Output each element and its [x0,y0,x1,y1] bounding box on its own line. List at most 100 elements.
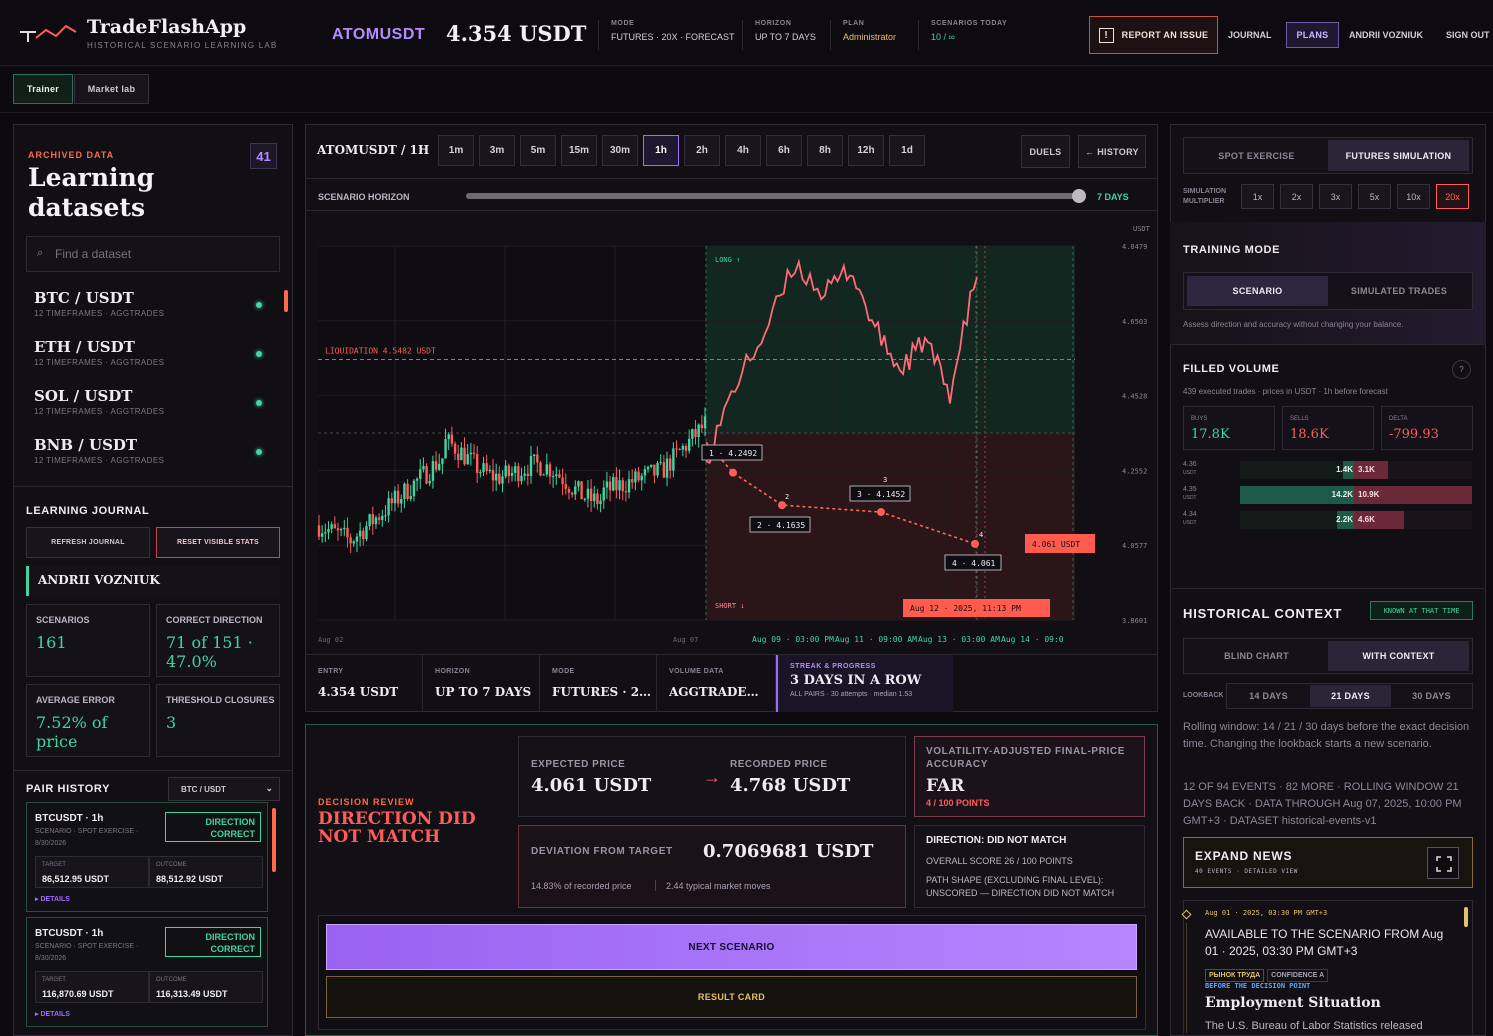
multiplier-5x[interactable]: 5x [1358,184,1391,209]
lookback-30-button[interactable]: 30 DAYS [1392,685,1471,707]
candle-body [469,452,473,455]
multiplier-1x[interactable]: 1x [1241,184,1274,209]
alert-icon: ! [1098,27,1114,43]
timeframe-button-2h[interactable]: 2h [684,135,720,166]
candle-body [605,481,609,488]
chart-pair-title: ATOMUSDT / 1H [317,143,430,157]
candle-body [422,465,425,470]
timeframe-button-3m[interactable]: 3m [479,135,515,166]
news-confidence-chip: CONFIDENCE A [1267,969,1329,982]
accuracy-card: VOLATILITY-ADJUSTED FINAL-PRICE ACCURACY… [914,736,1145,817]
search-icon: ⌕ [37,247,44,259]
candle-body [472,452,476,455]
horizon-slider[interactable] [466,189,1086,203]
tab-market-lab[interactable]: Market lab [74,74,149,104]
ladder-buy-value: 14.2K [1331,490,1353,499]
user-name[interactable]: ANDRII VOZNIUK [1349,30,1423,40]
dataset-item-btc[interactable]: BTC / USDT 12 TIMEFRAMES · AGGTRADES [26,285,280,331]
divider [305,178,1158,179]
forecast-point-number: 4 [979,531,983,539]
timeframe-button-15m[interactable]: 15m [561,135,597,166]
candle-body [618,480,621,491]
history-button[interactable]: ← HISTORY [1078,135,1146,168]
timeframe-button-30m[interactable]: 30m [602,135,638,166]
multiplier-2x[interactable]: 2x [1280,184,1313,209]
plans-button[interactable]: PLANS [1286,22,1339,48]
expand-icon[interactable] [1427,847,1459,879]
help-icon[interactable]: ? [1452,360,1471,379]
stat-correct-direction: CORRECT DIRECTION 71 of 151 · 47.0% [156,604,280,677]
reset-stats-button[interactable]: RESET VISIBLE STATS [156,527,280,558]
sign-out-link[interactable]: SIGN OUT [1446,30,1490,40]
dataset-item-bnb[interactable]: BNB / USDT 12 TIMEFRAMES · AGGTRADES [26,432,280,478]
details-toggle[interactable]: ▸ DETAILS [35,895,70,903]
ladder-buy-value: 2.2K [1336,515,1353,524]
candle-body [358,530,362,537]
direction-badge: DIRECTION CORRECT [165,812,261,842]
candle-body [447,434,450,440]
dataset-search-input[interactable] [55,245,265,263]
simulated-trades-button[interactable]: SIMULATED TRADES [1329,276,1469,306]
dataset-scrollbar[interactable] [284,290,288,312]
futures-simulation-button[interactable]: FUTURES SIMULATION [1328,140,1469,171]
refresh-journal-button[interactable]: REFRESH JOURNAL [26,527,150,558]
tab-trainer[interactable]: Trainer [13,74,73,104]
scenario-mode-button[interactable]: SCENARIO [1187,276,1328,306]
next-scenario-button[interactable]: NEXT SCENARIO [326,924,1137,970]
dataset-count-badge: 41 [250,143,277,169]
blind-chart-button[interactable]: BLIND CHART [1186,641,1327,671]
timeframe-button-12h[interactable]: 12h [848,135,884,166]
candle-body [691,429,694,439]
summary-mode: MODE FUTURES · 2… [540,655,657,712]
history-card[interactable]: BTCUSDT · 1h SCENARIO · SPOT EXERCISE · … [26,802,268,912]
status-dot [256,302,262,308]
lookback-21-button[interactable]: 21 DAYS [1310,685,1391,707]
horizon-slider-handle[interactable] [1072,189,1086,203]
candle-body [529,456,533,477]
timeframe-button-1h[interactable]: 1h [643,135,679,166]
dataset-search[interactable]: ⌕ [26,236,280,272]
dataset-item-eth[interactable]: ETH / USDT 12 TIMEFRAMES · AGGTRADES [26,334,280,380]
divider [13,770,293,771]
candle-body [475,454,479,473]
forecast-point [778,501,786,510]
candle-body [406,483,409,500]
timeframe-button-6h[interactable]: 6h [766,135,802,166]
x-tick-label: Aug 07 [673,636,698,644]
dataset-item-sol[interactable]: SOL / USDT 12 TIMEFRAMES · AGGTRADES [26,383,280,429]
news-scrollbar[interactable] [1464,907,1468,927]
timeframe-button-8h[interactable]: 8h [807,135,843,166]
candle-body [488,470,492,472]
timeframe-button-1m[interactable]: 1m [438,135,474,166]
ladder-price: 4.36 [1183,461,1197,468]
price-chart[interactable]: LIQUIDATION 4.5482 USDT LONG ↑ SHORT ↓ USDT… [305,212,1158,654]
history-scrollbar[interactable] [272,808,276,872]
candle-body [548,464,552,477]
timeframe-button-4h[interactable]: 4h [725,135,761,166]
multiplier-3x[interactable]: 3x [1319,184,1352,209]
timeframe-button-1d[interactable]: 1d [889,135,925,166]
chevron-down-icon: ⌄ [265,783,273,793]
duels-button[interactable]: DUELS [1021,135,1070,168]
details-toggle[interactable]: ▸ DETAILS [35,1010,70,1018]
candle-body [403,483,406,499]
lookback-14-button[interactable]: 14 DAYS [1228,685,1309,707]
report-issue-button[interactable]: ! REPORT AN ISSUE [1089,16,1218,54]
status-dot [256,449,262,455]
candle-body [441,458,444,464]
expand-news-card[interactable]: EXPAND NEWS 40 EVENTS · DETAILED VIEW [1183,837,1473,888]
candle-body [336,528,340,531]
multiplier-10x[interactable]: 10x [1397,184,1430,209]
divider [1170,588,1486,589]
with-context-button[interactable]: WITH CONTEXT [1328,641,1469,671]
multiplier-20x[interactable]: 20x [1436,184,1469,209]
result-card-button[interactable]: RESULT CARD [326,976,1137,1018]
pair-history-select[interactable]: BTC / USDT ⌄ [168,777,280,801]
candle-body [684,445,688,451]
news-card[interactable]: Aug 01 · 2025, 03:30 PM GMT+3 AVAILABLE … [1181,900,1473,1036]
x-tick-label: Aug 02 [318,636,343,644]
journal-link[interactable]: JOURNAL [1228,30,1272,40]
history-card[interactable]: BTCUSDT · 1h SCENARIO · SPOT EXERCISE · … [26,917,268,1027]
spot-exercise-button[interactable]: SPOT EXERCISE [1186,140,1327,171]
timeframe-button-5m[interactable]: 5m [520,135,556,166]
